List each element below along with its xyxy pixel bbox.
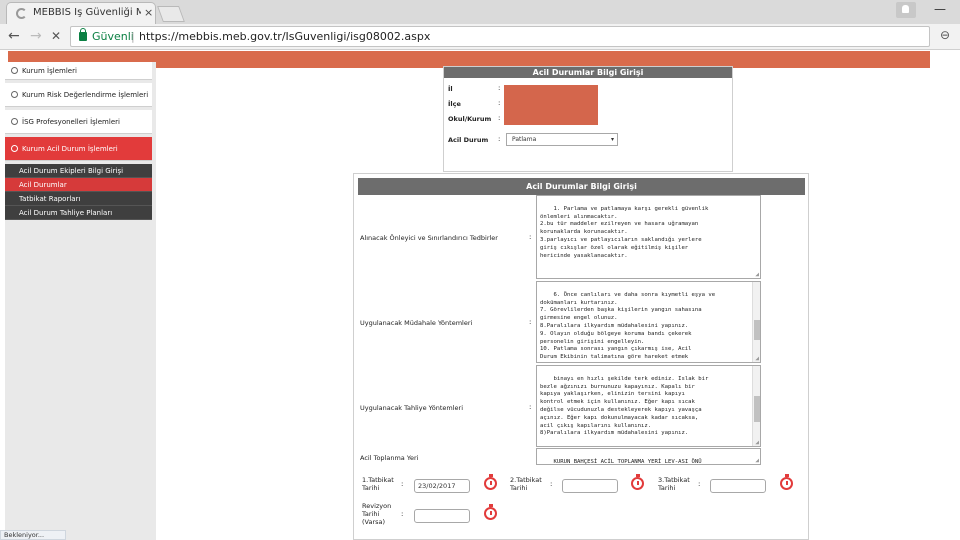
circle-icon <box>11 91 18 98</box>
colon: : <box>498 84 501 92</box>
zoom-icon[interactable]: ⊖ <box>940 28 950 42</box>
onleyici-tedbirler-label: Alınacak Önleyici ve Sınırlandırıcı Tedb… <box>360 234 498 242</box>
revizyon-date-input[interactable] <box>414 509 470 523</box>
sidebar-item-label: Kurum Acil Durum İşlemleri <box>22 145 118 153</box>
acil-durum-label: Acil Durum <box>448 136 489 144</box>
info-panel-title: Acil Durumlar Bilgi Girişi <box>444 67 732 78</box>
colon: : <box>498 135 501 143</box>
acil-durum-value: Patlama <box>512 136 537 143</box>
profile-button[interactable] <box>896 2 916 18</box>
colon: : <box>529 233 532 241</box>
acil-durum-select[interactable]: Patlama ▾ <box>506 133 618 146</box>
onleyici-tedbirler-textarea[interactable]: 1. Parlama ve patlamaya karşı gerekli gü… <box>536 195 761 279</box>
address-bar[interactable]: Güvenli | https://mebbis.meb.gov.tr/IsGu… <box>70 26 930 47</box>
toplanma-yeri-label: Acil Toplanma Yeri <box>360 454 419 462</box>
stopwatch-icon[interactable] <box>780 474 793 490</box>
resize-handle-icon[interactable]: ◢ <box>755 440 759 446</box>
loading-spinner-icon <box>16 8 27 19</box>
resize-handle-icon[interactable]: ◢ <box>755 272 759 278</box>
stopwatch-icon[interactable] <box>484 504 497 520</box>
forward-button[interactable]: → <box>30 28 42 44</box>
tab-close-icon[interactable]: × <box>144 6 153 19</box>
tatbikat3-label: 3.Tatbikat Tarihi <box>658 476 690 492</box>
browser-tab[interactable]: MEBBIS İş Güvenliği Mo × <box>6 2 156 24</box>
stopwatch-icon[interactable] <box>484 474 497 490</box>
info-panel: Acil Durumlar Bilgi Girişi İl : İlçe : O… <box>443 66 733 172</box>
colon: : <box>498 114 501 122</box>
back-button[interactable]: ← <box>8 28 20 44</box>
sidebar-subitem-tatbikat-raporlari[interactable]: Tatbikat Raporları <box>5 192 152 206</box>
ilce-label: İlçe <box>448 100 461 108</box>
new-tab-button[interactable] <box>157 6 185 22</box>
sidebar-item-risk-degerlendirme[interactable]: Kurum Risk Değerlendirme İşlemleri <box>5 83 152 107</box>
sidebar-item-label: Kurum İşlemleri <box>22 67 77 75</box>
revizyon-label: Revizyon Tarihi (Varsa) <box>362 502 392 526</box>
redacted-block <box>504 85 598 125</box>
sidebar-subitem-acil-durumlar[interactable]: Acil Durumlar <box>5 178 152 192</box>
tab-title: MEBBIS İş Güvenliği Mo <box>33 7 141 18</box>
okul-kurum-label: Okul/Kurum <box>448 115 492 123</box>
colon: : <box>529 318 532 326</box>
sidebar-item-label: Kurum Risk Değerlendirme İşlemleri <box>22 91 149 99</box>
tatbikat2-date-input[interactable] <box>562 479 618 493</box>
mudahale-yontemleri-label: Uygulanacak Müdahale Yöntemleri <box>360 319 473 327</box>
separator: | <box>131 30 135 43</box>
stop-button[interactable]: ✕ <box>51 28 61 44</box>
circle-icon <box>11 118 18 125</box>
colon: : <box>529 403 532 411</box>
url-text[interactable]: https://mebbis.meb.gov.tr/IsGuvenligi/is… <box>139 30 430 43</box>
sidebar-item-label: İSG Profesyonelleri İşlemleri <box>22 118 120 126</box>
tatbikat2-label: 2.Tatbikat Tarihi <box>510 476 542 492</box>
scrollbar-thumb[interactable] <box>754 396 760 422</box>
tatbikat1-date-input[interactable]: 23/02/2017 <box>414 479 470 493</box>
textarea-scrollbar[interactable] <box>752 282 760 362</box>
colon: : <box>498 99 501 107</box>
browser-toolbar: ← → ✕ Güvenli | https://mebbis.meb.gov.t… <box>0 24 960 50</box>
mudahale-yontemleri-textarea[interactable]: 6. Önce canlıları ve daha sonra kıymetli… <box>536 281 761 363</box>
colon: : <box>698 480 701 488</box>
sidebar-menu: Kurum İşlemleri Kurum Risk Değerlendirme… <box>5 62 152 220</box>
resize-handle-icon[interactable]: ◢ <box>755 356 759 362</box>
sidebar: Kurum İşlemleri Kurum Risk Değerlendirme… <box>5 62 156 540</box>
form-title: Acil Durumlar Bilgi Girişi <box>358 178 805 195</box>
lock-icon <box>79 28 87 41</box>
mudahale-yontemleri-text: 6. Önce canlıları ve daha sonra kıymetli… <box>540 291 716 361</box>
sidebar-item-kurum-islemleri[interactable]: Kurum İşlemleri <box>5 62 152 80</box>
person-icon <box>902 5 909 13</box>
colon: : <box>401 480 404 488</box>
browser-tab-strip: MEBBIS İş Güvenliği Mo × — <box>0 0 960 24</box>
sidebar-subitem-tahliye-planlari[interactable]: Acil Durum Tahliye Planları <box>5 206 152 220</box>
tahliye-yontemleri-label: Uygulanacak Tahliye Yöntemleri <box>360 404 464 412</box>
toplanma-yeri-text: KURUN BAHÇESİ ACİL TOPLANMA YERİ LEV-ASI… <box>553 458 702 465</box>
secure-label: Güvenli <box>92 30 134 43</box>
tahliye-yontemleri-textarea[interactable]: binayı en hızlı şekilde terk ediniz. Isl… <box>536 365 761 447</box>
browser-status-bar: Bekleniyor... <box>0 530 66 540</box>
sidebar-item-isg-profesyonelleri[interactable]: İSG Profesyonelleri İşlemleri <box>5 110 152 134</box>
onleyici-tedbirler-text: 1. Parlama ve patlamaya karşı gerekli gü… <box>540 205 709 259</box>
stopwatch-icon[interactable] <box>631 474 644 490</box>
circle-icon <box>11 145 18 152</box>
scrollbar-thumb[interactable] <box>754 320 760 340</box>
colon: : <box>550 480 553 488</box>
tahliye-yontemleri-text: binayı en hızlı şekilde terk ediniz. Isl… <box>540 375 709 437</box>
sidebar-subitem-ekipleri[interactable]: Acil Durum Ekipleri Bilgi Girişi <box>5 164 152 178</box>
resize-handle-icon[interactable]: ◢ <box>755 458 759 464</box>
tatbikat3-date-input[interactable] <box>710 479 766 493</box>
chevron-down-icon: ▾ <box>610 136 614 143</box>
emergency-form-panel: Acil Durumlar Bilgi Girişi Alınacak Önle… <box>353 173 809 540</box>
toplanma-yeri-textarea[interactable]: KURUN BAHÇESİ ACİL TOPLANMA YERİ LEV-ASI… <box>536 448 761 465</box>
tatbikat1-label: 1.Tatbikat Tarihi <box>362 476 394 492</box>
sidebar-item-acil-durum[interactable]: Kurum Acil Durum İşlemleri <box>5 137 152 161</box>
circle-icon <box>11 67 18 74</box>
minimize-button[interactable]: — <box>934 2 946 16</box>
colon: : <box>401 510 404 518</box>
textarea-scrollbar[interactable] <box>752 366 760 446</box>
il-label: İl <box>448 85 453 93</box>
